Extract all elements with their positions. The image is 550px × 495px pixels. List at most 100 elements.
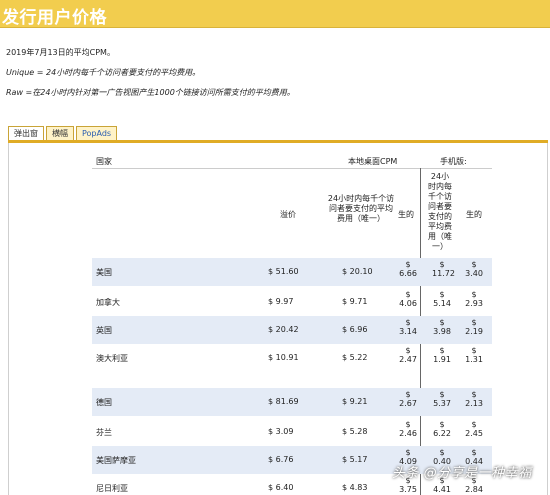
dollar-sign: $ — [405, 260, 411, 269]
dollar-sign: $ — [405, 318, 411, 327]
desktop-unique-cell: $ 5.28 — [342, 427, 368, 436]
table-row: 澳大利亚 $ 10.91 $ 5.22 $2.47 $1.91 $1.31 — [92, 344, 492, 372]
mobile-unique-cell: $5.37 — [432, 390, 452, 408]
table-row: 芬兰 $ 3.09 $ 5.28 $2.46 $6.22 $2.45 — [92, 418, 492, 446]
page-title: 发行用户价格 — [2, 8, 107, 28]
country-cell: 德国 — [96, 398, 112, 407]
desktop-unique-cell: $ 9.71 — [342, 297, 368, 306]
desktop-unique-cell: $ 5.22 — [342, 353, 368, 362]
premium-cell: $ 6.40 — [268, 483, 294, 492]
mobile-raw-cell: $3.40 — [464, 260, 484, 278]
dollar-sign: $ — [439, 290, 445, 299]
desktop-raw-cell: $2.67 — [398, 390, 418, 408]
dollar-sign: $ — [471, 420, 477, 429]
dollar-sign: $ — [405, 290, 411, 299]
subheader-premium: 溢价 — [280, 210, 296, 219]
country-cell: 芬兰 — [96, 428, 112, 437]
value: 1.31 — [465, 355, 483, 364]
dollar-sign: $ — [405, 448, 411, 457]
value: 1.91 — [433, 355, 451, 364]
country-cell: 英国 — [96, 326, 112, 335]
mobile-raw-cell: $2.93 — [464, 290, 484, 308]
value: 2.67 — [399, 399, 417, 408]
value: 3.40 — [465, 269, 483, 278]
value: 2.45 — [465, 429, 483, 438]
mobile-raw-cell: $2.19 — [464, 318, 484, 336]
mobile-raw-cell: $2.45 — [464, 420, 484, 438]
value: 2.47 — [399, 355, 417, 364]
tab-popads[interactable]: PopAds — [76, 126, 118, 140]
premium-cell: $ 10.91 — [268, 353, 299, 362]
header-desktop-cpm: 本地桌面CPM — [348, 157, 398, 166]
info-date: 2019年7月13日的平均CPM。 — [6, 48, 115, 57]
country-cell: 加拿大 — [96, 298, 120, 307]
watermark: 头条 @分享是一种幸福 — [392, 466, 532, 481]
value: 2.13 — [465, 399, 483, 408]
value: 2.84 — [465, 485, 483, 494]
desktop-raw-cell: $2.46 — [398, 420, 418, 438]
mobile-raw-cell: $1.31 — [464, 346, 484, 364]
subheader-desktop-unique: 24小时内每千个访问者要支付的平均费用（唯一） — [327, 194, 395, 223]
mobile-unique-cell: $11.72 — [432, 260, 455, 278]
header-divider — [92, 168, 492, 169]
country-cell: 美国 — [96, 268, 112, 277]
mobile-raw-cell: $2.13 — [464, 390, 484, 408]
desktop-raw-cell: $4.06 — [398, 290, 418, 308]
dollar-sign: $ — [471, 290, 477, 299]
desktop-unique-cell: $ 4.83 — [342, 483, 368, 492]
desktop-unique-cell: $ 9.21 — [342, 397, 368, 406]
dollar-sign: $ — [471, 448, 477, 457]
table-row: 加拿大 $ 9.97 $ 9.71 $4.06 $5.14 $2.93 — [92, 288, 492, 316]
info-raw: Raw =在24小时内针对第一广告视图产生1000个链接访问所需支付的平均费用。 — [6, 88, 295, 97]
dollar-sign: $ — [405, 390, 411, 399]
dollar-sign: $ — [439, 260, 445, 269]
country-cell: 澳大利亚 — [96, 354, 128, 363]
value: 2.46 — [399, 429, 417, 438]
tab-banner[interactable]: 横幅 — [46, 126, 74, 140]
value: 2.93 — [465, 299, 483, 308]
value: 11.72 — [432, 269, 455, 278]
mobile-unique-cell: $5.14 — [432, 290, 452, 308]
dollar-sign: $ — [471, 390, 477, 399]
desktop-raw-cell: $2.47 — [398, 346, 418, 364]
header-country: 国家 — [96, 157, 112, 166]
mobile-unique-cell: $1.91 — [432, 346, 452, 364]
dollar-sign: $ — [405, 420, 411, 429]
premium-cell: $ 51.60 — [268, 267, 299, 276]
table-row: 美国 $ 51.60 $ 20.10 $6.66 $11.72 $3.40 — [92, 258, 492, 286]
dollar-sign: $ — [471, 318, 477, 327]
value: 6.22 — [433, 429, 451, 438]
dollar-sign: $ — [439, 390, 445, 399]
table-row: 德国 $ 81.69 $ 9.21 $2.67 $5.37 $2.13 — [92, 388, 492, 416]
country-cell: 尼日利亚 — [96, 484, 128, 493]
value: 4.41 — [433, 485, 451, 494]
country-cell: 美国萨摩亚 — [96, 456, 136, 465]
premium-cell: $ 3.09 — [268, 427, 294, 436]
value: 5.14 — [433, 299, 451, 308]
dollar-sign: $ — [439, 346, 445, 355]
desktop-unique-cell: $ 6.96 — [342, 325, 368, 334]
premium-cell: $ 6.76 — [268, 455, 294, 464]
subheader-mobile-raw: 生的 — [466, 210, 482, 219]
premium-cell: $ 81.69 — [268, 397, 299, 406]
subheader-desktop-raw: 生的 — [398, 210, 414, 219]
dollar-sign: $ — [439, 420, 445, 429]
premium-cell: $ 9.97 — [268, 297, 294, 306]
value: 2.19 — [465, 327, 483, 336]
dollar-sign: $ — [439, 448, 445, 457]
desktop-unique-cell: $ 20.10 — [342, 267, 373, 276]
desktop-raw-cell: $3.14 — [398, 318, 418, 336]
desktop-raw-cell: $6.66 — [398, 260, 418, 278]
value: 5.37 — [433, 399, 451, 408]
premium-cell: $ 20.42 — [268, 325, 299, 334]
info-unique: Unique = 24小时内每千个访问者要支付的平均费用。 — [6, 68, 201, 77]
value: 6.66 — [399, 269, 417, 278]
table-row: 英国 $ 20.42 $ 6.96 $3.14 $3.98 $2.19 — [92, 316, 492, 344]
tab-popunder[interactable]: 弹出窗 — [8, 126, 44, 140]
mobile-unique-cell: $3.98 — [432, 318, 452, 336]
dollar-sign: $ — [471, 346, 477, 355]
mobile-unique-cell: $6.22 — [432, 420, 452, 438]
desktop-unique-cell: $ 5.17 — [342, 455, 368, 464]
dollar-sign: $ — [471, 260, 477, 269]
value: 3.98 — [433, 327, 451, 336]
